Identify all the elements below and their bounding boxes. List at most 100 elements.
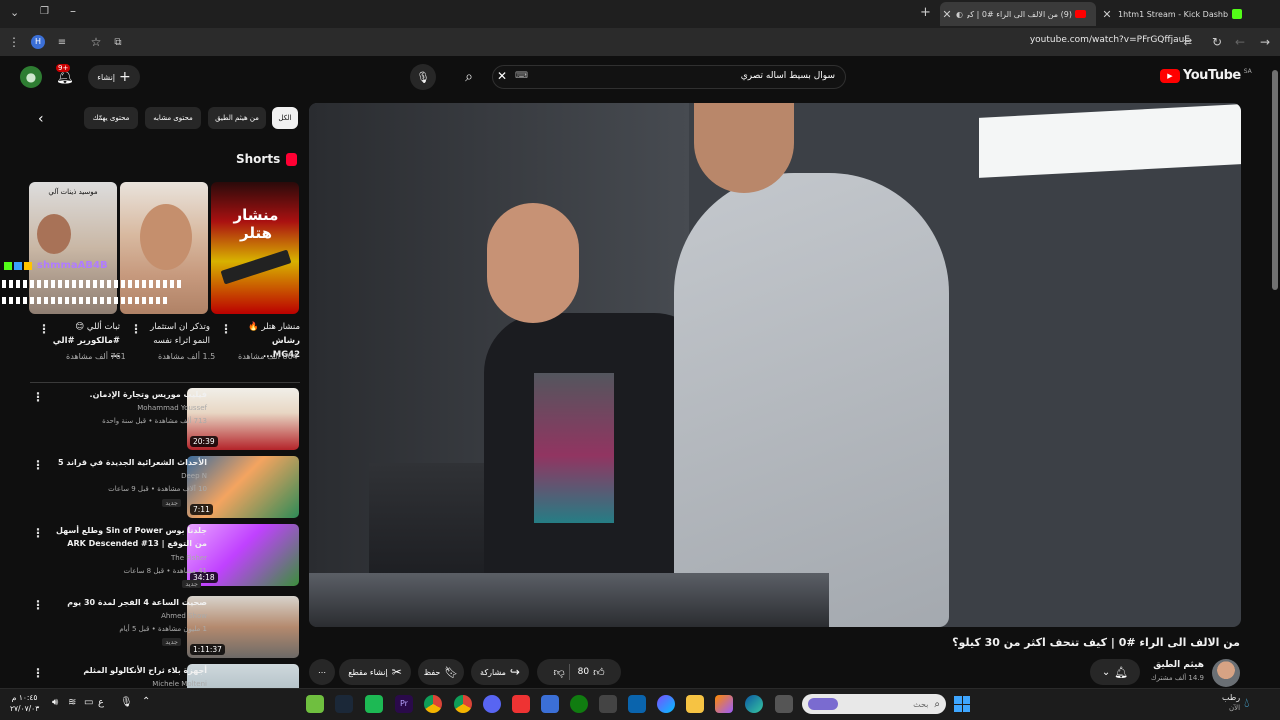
video-menu-icon[interactable]: ⋮ xyxy=(32,390,44,404)
steam-icon[interactable] xyxy=(335,695,353,713)
wifi-icon[interactable]: ≋ xyxy=(68,697,76,708)
search-input[interactable]: ✕ ⌨ سوال بسيط اساله تصري xyxy=(492,65,846,89)
scrollbar-thumb[interactable] xyxy=(1272,70,1278,290)
battery-icon[interactable]: ▭ xyxy=(84,697,93,708)
chrome-icon[interactable] xyxy=(424,695,442,713)
tab-youtube-video[interactable]: ✕ ◐ (9) من الالف الى الراء #0 | كي... xyxy=(940,2,1096,26)
discord-icon[interactable] xyxy=(483,695,501,713)
task-view-icon[interactable] xyxy=(775,695,793,713)
video-player[interactable] xyxy=(309,103,1241,627)
channel-name[interactable]: Ahmed Show xyxy=(161,612,207,620)
channel-name[interactable]: Michele Molteni xyxy=(152,680,207,688)
short-menu-icon[interactable]: ⋮ xyxy=(130,322,142,336)
app-icon[interactable] xyxy=(306,695,324,713)
language-indicator[interactable]: ع xyxy=(98,697,104,708)
list-item[interactable]: 20:39 ⋮ فيليب موريس وتجارة الإدمان. Moha… xyxy=(0,388,305,454)
tray-expand-icon[interactable]: ⌃ xyxy=(142,696,150,707)
taskbar-search[interactable]: بحث ⌕ xyxy=(802,694,946,714)
video-title[interactable]: الأحداث الشعرائية الجديدة في قراند 5 xyxy=(47,456,207,469)
volume-icon[interactable]: 🔊︎ xyxy=(52,697,58,708)
back-arrow-icon[interactable]: ← xyxy=(1230,32,1250,52)
restore-window-button[interactable]: ❐ xyxy=(40,6,49,17)
short-menu-icon[interactable]: ⋮ xyxy=(38,322,50,336)
youtube-logo[interactable]: ▶ YouTube SA xyxy=(1160,68,1252,83)
channel-avatar[interactable] xyxy=(1212,659,1240,687)
page-scrollbar[interactable] xyxy=(1270,60,1280,688)
chip-all[interactable]: الكل xyxy=(272,107,298,129)
list-item[interactable]: 34:18 ⋮ جلدنا بوس Sin of Power وطلع أسهل… xyxy=(0,524,305,590)
clear-search-icon[interactable]: ✕ xyxy=(497,69,507,83)
premiere-icon[interactable]: Pr xyxy=(395,695,413,713)
chip-for-you[interactable]: محتوى يهمّك xyxy=(84,107,138,129)
minimize-window-button[interactable]: – xyxy=(70,4,76,18)
menu-dots-icon[interactable]: ⋮ xyxy=(4,32,24,52)
channel-name[interactable]: Mohammad Youssef xyxy=(137,404,207,412)
bookmark-star-icon[interactable]: ☆ xyxy=(86,32,106,52)
channel-name[interactable]: هيثم الطيق xyxy=(1153,660,1204,670)
file-explorer-icon[interactable] xyxy=(686,695,704,713)
microphone-icon[interactable]: 🎙︎ xyxy=(120,697,133,708)
outlook-icon[interactable] xyxy=(628,695,646,713)
create-label: إنشاء xyxy=(97,72,116,82)
forward-arrow-icon[interactable]: → xyxy=(1255,32,1275,52)
clip-button[interactable]: إنشاء مقطع ✂ xyxy=(339,659,411,685)
tab-kick-dashboard[interactable]: ✕ 1htm1 Stream - Kick Dashboard xyxy=(1100,0,1260,28)
app-icon[interactable] xyxy=(365,695,383,713)
xbox-icon[interactable] xyxy=(570,695,588,713)
dislike-icon[interactable]: 👎︎ xyxy=(553,666,564,679)
save-button[interactable]: حفظ 🔖︎ xyxy=(418,659,464,685)
video-menu-icon[interactable]: ⋮ xyxy=(32,666,44,680)
short-menu-icon[interactable]: ⋮ xyxy=(220,322,232,336)
close-tab-icon[interactable]: ✕ xyxy=(940,8,954,21)
keyboard-icon[interactable]: ⌨ xyxy=(515,71,528,81)
short-thumbnail[interactable]: موسيد ذينات آلي xyxy=(29,182,117,314)
address-bar[interactable]: youtube.com/watch?v=PFrGQffjauE xyxy=(1030,35,1190,45)
app-icon[interactable] xyxy=(541,695,559,713)
voice-search-button[interactable]: 🎙︎ xyxy=(410,64,436,90)
video-menu-icon[interactable]: ⋮ xyxy=(32,458,44,472)
copilot-icon[interactable] xyxy=(657,695,675,713)
video-title[interactable]: صحيت الساعة 4 الفجر لمدة 30 يوم xyxy=(47,596,207,609)
site-settings-icon[interactable]: ⇄ xyxy=(1178,32,1198,52)
extensions-icon[interactable]: ⧉ xyxy=(108,32,128,52)
list-item[interactable]: 1:11:37 ⋮ صحيت الساعة 4 الفجر لمدة 30 يو… xyxy=(0,596,305,662)
close-tab-icon[interactable]: ✕ xyxy=(1100,8,1114,21)
video-menu-icon[interactable]: ⋮ xyxy=(32,526,44,540)
short-thumbnail[interactable]: منشار هتلر xyxy=(211,182,299,314)
chips-next-arrow-icon[interactable]: ‹ xyxy=(38,111,44,127)
app-icon[interactable] xyxy=(599,695,617,713)
share-button[interactable]: مشاركة ↪ xyxy=(471,659,529,685)
profile-avatar[interactable]: H xyxy=(31,35,45,49)
channel-name[interactable]: Deep N xyxy=(181,472,207,480)
chrome-icon[interactable] xyxy=(454,695,472,713)
like-icon[interactable]: 👍︎ xyxy=(593,666,605,679)
video-menu-icon[interactable]: ⋮ xyxy=(32,598,44,612)
channel-name[interactable]: The Fisher xyxy=(171,554,207,562)
chip-from-channel[interactable]: من هيثم الطيق xyxy=(208,107,266,129)
window-menu-icon[interactable]: ⌄ xyxy=(10,6,19,19)
clock[interactable]: ١٠:٤٥ م ٢٧/٠٧/٠٣ xyxy=(10,692,39,714)
app-icon[interactable] xyxy=(512,695,530,713)
short-title[interactable]: وتذكر ان استثمار النمو اثراء نفسه xyxy=(142,320,210,348)
browser-tab-bar: ⌄ ❐ – ✕ 1htm1 Stream - Kick Dashboard ✕ … xyxy=(0,0,1280,28)
create-button[interactable]: إنشاء + xyxy=(88,65,140,89)
search-submit-button[interactable]: ⌕ xyxy=(448,64,490,90)
tab-search-icon[interactable]: ≡ xyxy=(52,32,72,52)
subscribe-notifications-button[interactable]: ⌄ 🔔︎ xyxy=(1090,659,1140,685)
short-thumbnail[interactable] xyxy=(120,182,208,314)
more-actions-button[interactable]: ⋯ xyxy=(309,659,335,685)
new-tab-button[interactable]: + xyxy=(920,5,931,20)
weather-widget[interactable]: رطب الآن 💧︎ xyxy=(1222,692,1249,714)
edge-icon[interactable] xyxy=(745,695,763,713)
list-item[interactable]: 7:11 ⋮ الأحداث الشعرائية الجديدة في قران… xyxy=(0,456,305,522)
chip-related[interactable]: محتوى مشابه xyxy=(145,107,201,129)
list-item[interactable]: ⋮ أجهزة بلاء ثراح الأنكالولو المثلم Mich… xyxy=(0,664,305,688)
app-icon[interactable] xyxy=(715,695,733,713)
video-title[interactable]: أجهزة بلاء ثراح الأنكالولو المثلم xyxy=(47,664,207,677)
video-title[interactable]: جلدنا بوس Sin of Power وطلع أسهل من التو… xyxy=(47,524,207,550)
notifications-button[interactable]: 🔔︎ 9+ xyxy=(56,64,80,88)
account-avatar[interactable]: ● xyxy=(20,66,42,88)
start-button[interactable] xyxy=(954,696,970,712)
reload-icon[interactable]: ↻ xyxy=(1207,32,1227,52)
video-title[interactable]: فيليب موريس وتجارة الإدمان. xyxy=(47,388,207,401)
